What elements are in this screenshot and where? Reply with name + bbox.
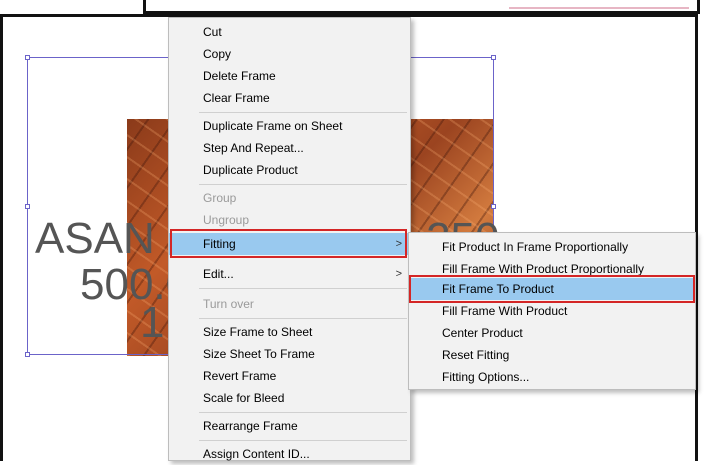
menu-item-label: Delete Frame	[203, 69, 276, 83]
submenu-item-label: Fill Frame With Product	[442, 304, 568, 318]
menu-separator	[199, 412, 407, 413]
menu-item-duplicate-product[interactable]: Duplicate Product	[169, 159, 410, 181]
submenu-item-fit-product-in-frame-proportionally[interactable]: Fit Product In Frame Proportionally	[409, 236, 695, 258]
menu-item-label: Clear Frame	[203, 91, 270, 105]
menu-item-label: Duplicate Product	[203, 163, 298, 177]
menu-item-group[interactable]: Group	[169, 187, 410, 209]
resize-handle-top-right[interactable]	[491, 55, 496, 60]
fitting-submenu: Fit Product In Frame Proportionally Fill…	[408, 232, 696, 390]
menu-separator	[199, 440, 407, 441]
menu-item-size-sheet-to-frame[interactable]: Size Sheet To Frame	[169, 343, 410, 365]
context-menu: Cut Copy Delete Frame Clear Frame Duplic…	[168, 17, 411, 461]
submenu-item-label: Fitting Options...	[442, 370, 530, 384]
panel-accent-line	[509, 7, 689, 9]
submenu-item-fitting-options[interactable]: Fitting Options...	[409, 366, 695, 388]
menu-item-delete-frame[interactable]: Delete Frame	[169, 65, 410, 87]
canvas-text-line3: 1	[140, 298, 165, 347]
menu-item-label: Step And Repeat...	[203, 141, 304, 155]
resize-handle-right[interactable]	[491, 204, 496, 209]
menu-item-label: Group	[203, 191, 237, 205]
menu-item-scale-for-bleed[interactable]: Scale for Bleed	[169, 387, 410, 409]
canvas-text-line1-left: ASAN	[35, 214, 155, 263]
menu-item-label: Turn over	[203, 297, 254, 311]
menu-item-duplicate-frame-on-sheet[interactable]: Duplicate Frame on Sheet	[169, 115, 410, 137]
menu-item-label: Size Sheet To Frame	[203, 347, 315, 361]
menu-item-size-frame-to-sheet[interactable]: Size Frame to Sheet	[169, 321, 410, 343]
submenu-item-fill-frame-with-product-proportionally[interactable]: Fill Frame With Product Proportionally	[409, 258, 695, 280]
menu-item-label: Ungroup	[203, 213, 250, 227]
menu-separator	[199, 288, 407, 289]
menu-item-rearrange-frame[interactable]: Rearrange Frame	[169, 415, 410, 437]
menu-item-copy[interactable]: Copy	[169, 43, 410, 65]
submenu-item-label: Fit Frame To Product	[442, 282, 554, 296]
menu-item-revert-frame[interactable]: Revert Frame	[169, 365, 410, 387]
menu-item-label: Size Frame to Sheet	[203, 325, 313, 339]
submenu-item-label: Fit Product In Frame Proportionally	[442, 240, 629, 254]
chevron-right-icon: >	[395, 268, 402, 280]
menu-item-turn-over[interactable]: Turn over	[169, 293, 410, 315]
menu-separator	[199, 184, 407, 185]
submenu-item-fit-frame-to-product[interactable]: Fit Frame To Product	[409, 278, 695, 300]
submenu-item-label: Reset Fitting	[442, 348, 510, 362]
resize-handle-bottom-left[interactable]	[25, 352, 30, 357]
menu-item-edit[interactable]: Edit... >	[169, 263, 410, 285]
chevron-right-icon: >	[395, 238, 402, 250]
menu-item-ungroup[interactable]: Ungroup	[169, 209, 410, 231]
menu-item-fitting[interactable]: Fitting >	[169, 233, 410, 255]
menu-item-label: Cut	[203, 25, 222, 39]
menu-item-clear-frame[interactable]: Clear Frame	[169, 87, 410, 109]
submenu-item-label: Fill Frame With Product Proportionally	[442, 262, 645, 276]
submenu-item-label: Center Product	[442, 326, 523, 340]
menu-item-cut[interactable]: Cut	[169, 21, 410, 43]
menu-item-assign-content-id[interactable]: Assign Content ID...	[169, 443, 410, 465]
menu-item-label: Copy	[203, 47, 232, 61]
menu-separator	[199, 112, 407, 113]
submenu-item-fill-frame-with-product[interactable]: Fill Frame With Product	[409, 300, 695, 322]
submenu-item-reset-fitting[interactable]: Reset Fitting	[409, 344, 695, 366]
menu-item-label: Edit...	[203, 267, 234, 281]
submenu-item-center-product[interactable]: Center Product	[409, 322, 695, 344]
menu-item-label: Fitting	[203, 237, 236, 251]
top-panel-edge	[143, 0, 700, 14]
resize-handle-top-left[interactable]	[25, 55, 30, 60]
menu-item-label: Duplicate Frame on Sheet	[203, 119, 343, 133]
menu-item-label: Rearrange Frame	[203, 419, 298, 433]
menu-item-label: Revert Frame	[203, 369, 277, 383]
resize-handle-left[interactable]	[25, 204, 30, 209]
menu-item-label: Scale for Bleed	[203, 391, 285, 405]
menu-item-step-and-repeat[interactable]: Step And Repeat...	[169, 137, 410, 159]
menu-item-label: Assign Content ID...	[203, 447, 310, 461]
menu-separator	[199, 318, 407, 319]
